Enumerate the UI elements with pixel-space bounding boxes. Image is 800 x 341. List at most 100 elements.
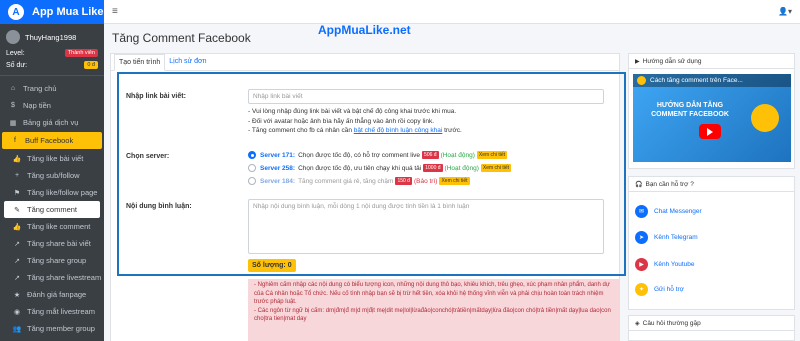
price-badge: 150 đ <box>395 177 412 185</box>
support-telegram[interactable]: ➤ Kênh Telegram <box>635 231 698 244</box>
sidebar-item-group-member[interactable]: 👥 Tăng member group <box>0 320 104 337</box>
sidebar-divider <box>0 75 104 76</box>
balance-row: Số dư: 0 đ <box>0 59 104 71</box>
star-icon: ★ <box>13 291 21 299</box>
sidebar-item-label: Nạp tiền <box>23 101 51 110</box>
sidebar-item-like-page[interactable]: ⚑ Tăng like/follow page <box>0 184 104 201</box>
server-desc: Chọn được tốc độ, có hỗ trợ comment live <box>298 151 421 159</box>
share-icon: ↗ <box>14 274 20 282</box>
sidebar-item-share-post[interactable]: ↗ Tăng share bài viết <box>0 235 104 252</box>
server-status: (Bảo trì) <box>413 177 438 185</box>
sidebar-item-livestream-views[interactable]: ◉ Tăng mắt livestream <box>0 303 104 320</box>
brand-name: App Mua Like <box>32 6 104 18</box>
sidebar-item-sub-follow[interactable]: + Tăng sub/follow <box>0 167 104 184</box>
server-option-258[interactable]: Server 258: Chọn được tốc độ, ưu tiên ch… <box>248 164 511 172</box>
guide-title: Hướng dẫn sử dụng <box>642 57 702 65</box>
server-label: Chọn server: <box>126 153 170 160</box>
comment-icon: ✎ <box>14 206 20 214</box>
server-option-171[interactable]: Server 171: Chọn được tốc độ, có hỗ trợ … <box>248 151 508 159</box>
sidebar-item-comment[interactable]: ✎ Tăng comment <box>4 201 100 218</box>
youtube-icon: ▶ <box>635 258 648 271</box>
user-plus-icon: + <box>14 172 20 179</box>
server-name: Server 184: <box>260 177 296 185</box>
sidebar-item-home[interactable]: ⌂ Trang chủ <box>0 80 104 97</box>
share-icon: ↗ <box>14 257 20 265</box>
brand[interactable]: A App Mua Like <box>0 0 104 24</box>
youtube-icon: ▶ <box>635 58 640 65</box>
user-menu-icon[interactable]: 👤▾ <box>778 7 792 16</box>
server-radio[interactable] <box>248 151 256 159</box>
user-panel[interactable]: ThuyHang1998 <box>0 24 104 47</box>
sidebar-item-like-post[interactable]: 👍 Tăng like bài viết <box>0 150 104 167</box>
sidebar-item-label: Tăng like bài viết <box>27 154 84 163</box>
tab-create[interactable]: Tạo tiến trình <box>114 54 166 71</box>
sidebar-item-label: Tăng share bài viết <box>27 239 91 248</box>
table-icon: ▦ <box>9 119 17 127</box>
public-comment-link[interactable]: bật chế độ bình luận công khai <box>354 127 443 134</box>
detail-button[interactable]: Xem chi tiết <box>439 177 470 185</box>
server-option-184[interactable]: Server 184: Tăng comment giá rẻ, tăng ch… <box>248 177 470 185</box>
note-text: trước. <box>444 127 462 134</box>
server-name: Server 171: <box>260 151 296 159</box>
support-label: Chat Messenger <box>654 208 702 215</box>
faq-card: ◈ Câu hỏi thường gặp <box>628 315 795 341</box>
support-title: Bạn cần hỗ trợ ? <box>645 180 694 188</box>
note-line: - Đối với avatar hoặc ảnh bìa hãy ấn thẳ… <box>248 117 435 125</box>
tutorial-video[interactable]: Cách tăng comment trên Face... HƯỚNG DẪN… <box>633 74 791 162</box>
server-radio[interactable] <box>248 164 256 172</box>
sidebar-item-review-fanpage[interactable]: ★ Đánh giá fanpage <box>0 286 104 303</box>
support-messenger[interactable]: ✉ Chat Messenger <box>635 205 702 218</box>
warning-line: - Nghiêm cấm nhập các nội dung có biểu t… <box>254 282 610 305</box>
faq-card-header[interactable]: ◈ Câu hỏi thường gặp <box>629 316 794 331</box>
sidebar-item-share-livestream[interactable]: ↗ Tăng share livestream <box>0 269 104 286</box>
link-label: Nhập link bài viết: <box>126 93 186 100</box>
support-card-header: 🎧 Bạn cần hỗ trợ ? <box>629 177 794 192</box>
support-ticket[interactable]: ✦ Gửi hỗ trợ <box>635 283 684 296</box>
quantity-badge: Số lượng: 0 <box>248 259 296 272</box>
sidebar-item-label: Tăng member group <box>27 324 95 333</box>
watermark: AppMuaLike.net <box>318 23 411 37</box>
menu-toggle-icon[interactable]: ≡ <box>112 6 118 17</box>
faq-title: Câu hỏi thường gặp <box>642 319 701 327</box>
ticket-icon: ✦ <box>635 283 648 296</box>
thumbs-up-icon: 👍 <box>12 155 22 163</box>
sidebar-item-label: Tăng share livestream <box>27 273 102 282</box>
post-link-input[interactable]: Nhập link bài viết <box>248 89 604 104</box>
sidebar-item-label: Tăng comment <box>27 205 78 214</box>
guide-card: ▶ Hướng dẫn sử dụng Cách tăng comment tr… <box>628 53 795 169</box>
server-status: (Hoạt động) <box>444 164 479 172</box>
detail-button[interactable]: Xem chi tiết <box>476 151 508 159</box>
username: ThuyHang1998 <box>25 32 77 42</box>
flag-icon: ⚑ <box>13 189 21 197</box>
detail-button[interactable]: Xem chi tiết <box>480 164 511 172</box>
bell-graphic-icon <box>751 104 779 132</box>
balance-label: Số dư: <box>6 61 28 69</box>
price-badge: 1000 đ <box>423 164 443 172</box>
price-badge: 506 đ <box>422 151 439 159</box>
server-name: Server 258: <box>260 164 296 172</box>
server-radio[interactable] <box>248 177 256 185</box>
sidebar-item-like-comment[interactable]: 👍 Tăng like comment <box>0 218 104 235</box>
support-youtube[interactable]: ▶ Kênh Youtube <box>635 258 695 271</box>
top-navbar: ≡ 👤▾ <box>104 0 800 24</box>
sidebar-item-share-group[interactable]: ↗ Tăng share group <box>0 252 104 269</box>
support-card: 🎧 Bạn cần hỗ trợ ? ✉ Chat Messenger ➤ Kê… <box>628 176 795 310</box>
play-icon[interactable] <box>699 124 721 139</box>
sidebar-item-pricing[interactable]: ▦ Bảng giá dịch vụ <box>0 114 104 131</box>
server-desc: Tăng comment giá rẻ, tăng chậm <box>298 177 394 185</box>
tabs: Tạo tiến trình Lịch sử đơn <box>111 54 619 71</box>
server-status: (Hoạt động) <box>440 151 475 159</box>
video-thumbnail-text: HƯỚNG DẪN TĂNG COMMENT FACEBOOK <box>651 102 729 118</box>
server-desc: Chọn được tốc độ, ưu tiên chạy khi quá t… <box>298 164 422 172</box>
sidebar-item-label: Tăng sub/follow <box>27 171 80 180</box>
telegram-icon: ➤ <box>635 231 648 244</box>
support-label: Gửi hỗ trợ <box>654 286 684 293</box>
tab-history[interactable]: Lịch sử đơn <box>165 54 210 70</box>
sidebar-item-label: Tăng like/follow page <box>27 188 98 197</box>
avatar <box>6 30 20 44</box>
sidebar-group-buff-facebook[interactable]: f Buff Facebook <box>2 132 102 149</box>
sidebar-item-label: Tăng like comment <box>27 222 91 231</box>
sidebar-item-label: Bảng giá dịch vụ <box>23 118 79 127</box>
comment-content-textarea[interactable]: Nhập nội dung bình luận, mỗi dòng 1 nội … <box>248 199 604 254</box>
sidebar-item-deposit[interactable]: $ Nạp tiền <box>0 97 104 114</box>
